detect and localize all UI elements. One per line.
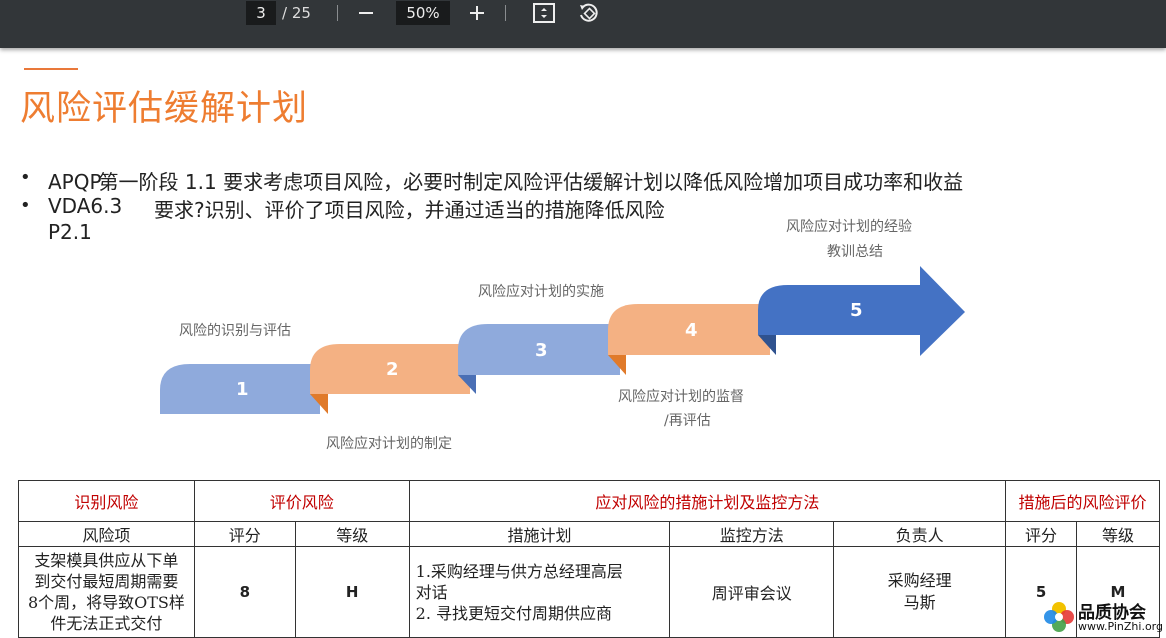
owner-line: 马斯 — [903, 593, 936, 612]
monitor-cell: 周评审会议 — [669, 546, 835, 638]
plan-line: 2. 寻找更短交付周期供应商 — [415, 603, 612, 623]
bullet-dot: • — [20, 195, 31, 216]
page-number-input[interactable]: 3 — [246, 1, 276, 25]
risk-plan-table: 识别风险 评价风险 应对风险的措施计划及监控方法 措施后的风险评价 风险项 评分… — [18, 480, 1160, 638]
step-2-label: 风险应对计划的制定 — [326, 436, 452, 452]
pdf-toolbar: 3 / 25 50% — [0, 0, 1166, 48]
column-header: 评分 — [193, 521, 296, 547]
column-header: 措施计划 — [408, 521, 671, 547]
zoom-in-button[interactable] — [464, 1, 490, 25]
score-cell: 8 — [193, 546, 296, 638]
toolbar-divider — [505, 5, 506, 21]
level-cell: H — [294, 546, 410, 638]
owner-cell: 采购经理 马斯 — [833, 546, 1007, 638]
minus-icon — [359, 12, 373, 14]
step-4-label-line2: /再评估 — [664, 413, 711, 429]
group-header: 措施后的风险评价 — [1005, 480, 1160, 522]
plan-line: 对话 — [415, 582, 448, 602]
risk-item-line: 件无法正式交付 — [50, 614, 163, 633]
column-header: 评分 — [1005, 521, 1077, 547]
plus-icon — [470, 6, 484, 20]
table-group-header-row: 识别风险 评价风险 应对风险的措施计划及监控方法 措施后的风险评价 — [18, 480, 1160, 522]
group-header: 识别风险 — [18, 480, 195, 522]
risk-item-line: 8个周，将导致OTS样 — [27, 593, 185, 612]
step-5-number: 5 — [850, 300, 863, 321]
rotate-button[interactable] — [577, 2, 601, 24]
column-header: 等级 — [1076, 521, 1160, 547]
column-header: 风险项 — [18, 521, 195, 547]
plan-cell: 1.采购经理与供方总经理高层 对话 2. 寻找更短交付周期供应商 — [408, 546, 671, 638]
owner-line: 采购经理 — [887, 571, 952, 590]
step-1-number: 1 — [236, 379, 249, 400]
watermark: 品质协会 www.PinZhi.org — [1042, 596, 1166, 638]
fit-page-button[interactable] — [532, 2, 556, 24]
bullet-apqp: APQP第一阶段 1.1 要求考虑项目风险，必要时制定风险评估缓解计划以降低风险… — [48, 166, 963, 195]
plan-line: 1.采购经理与供方总经理高层 — [415, 561, 623, 581]
watermark-url: www.PinZhi.org — [1078, 620, 1163, 633]
group-header: 评价风险 — [193, 480, 410, 522]
step-3-number: 3 — [535, 340, 548, 361]
step-3-label: 风险应对计划的实施 — [478, 284, 604, 300]
zoom-out-button[interactable] — [353, 1, 379, 25]
risk-item-cell: 支架模具供应从下单 到交付最短周期需要 8个周，将导致OTS样 件无法正式交付 — [18, 546, 195, 638]
flower-logo-icon — [1044, 602, 1074, 632]
bullet-lead: APQP — [48, 170, 102, 194]
step-2-number: 2 — [386, 359, 399, 380]
rotate-icon — [580, 3, 598, 22]
risk-item-line: 支架模具供应从下单 — [34, 551, 179, 570]
page-total: / 25 — [282, 4, 311, 22]
column-header: 等级 — [294, 521, 410, 547]
bullet-vda-text: 要求?识别、评价了项目风险，并通过适当的措施降低风险 — [154, 198, 665, 222]
step-5-label-line2: 教训总结 — [827, 244, 883, 260]
step-4-number: 4 — [685, 320, 698, 341]
bullet-vda-lead-line2: P2.1 — [48, 220, 92, 244]
bullet-text: 第一阶段 1.1 要求考虑项目风险，必要时制定风险评估缓解计划以降低风险增加项目… — [98, 170, 964, 194]
title-accent-line — [24, 68, 78, 70]
step-1-label: 风险的识别与评估 — [179, 323, 291, 339]
toolbar-divider — [337, 5, 338, 21]
step-5-label-line1: 风险应对计划的经验 — [786, 219, 912, 235]
zoom-level[interactable]: 50% — [396, 1, 450, 25]
column-header: 监控方法 — [669, 521, 835, 547]
risk-item-line: 到交付最短周期需要 — [34, 572, 179, 591]
column-header: 负责人 — [833, 521, 1007, 547]
slide-title: 风险评估缓解计划 — [20, 89, 309, 129]
table-row: 支架模具供应从下单 到交付最短周期需要 8个周，将导致OTS样 件无法正式交付 … — [18, 546, 1160, 638]
fit-page-icon — [533, 3, 555, 23]
table-column-header-row: 风险项 评分 等级 措施计划 监控方法 负责人 评分 等级 — [18, 521, 1160, 547]
bullet-dot: • — [20, 167, 31, 188]
step-4-label-line1: 风险应对计划的监督 — [618, 389, 744, 405]
bullet-vda-lead: VDA6.3 — [48, 194, 123, 218]
group-header: 应对风险的措施计划及监控方法 — [408, 480, 1007, 522]
